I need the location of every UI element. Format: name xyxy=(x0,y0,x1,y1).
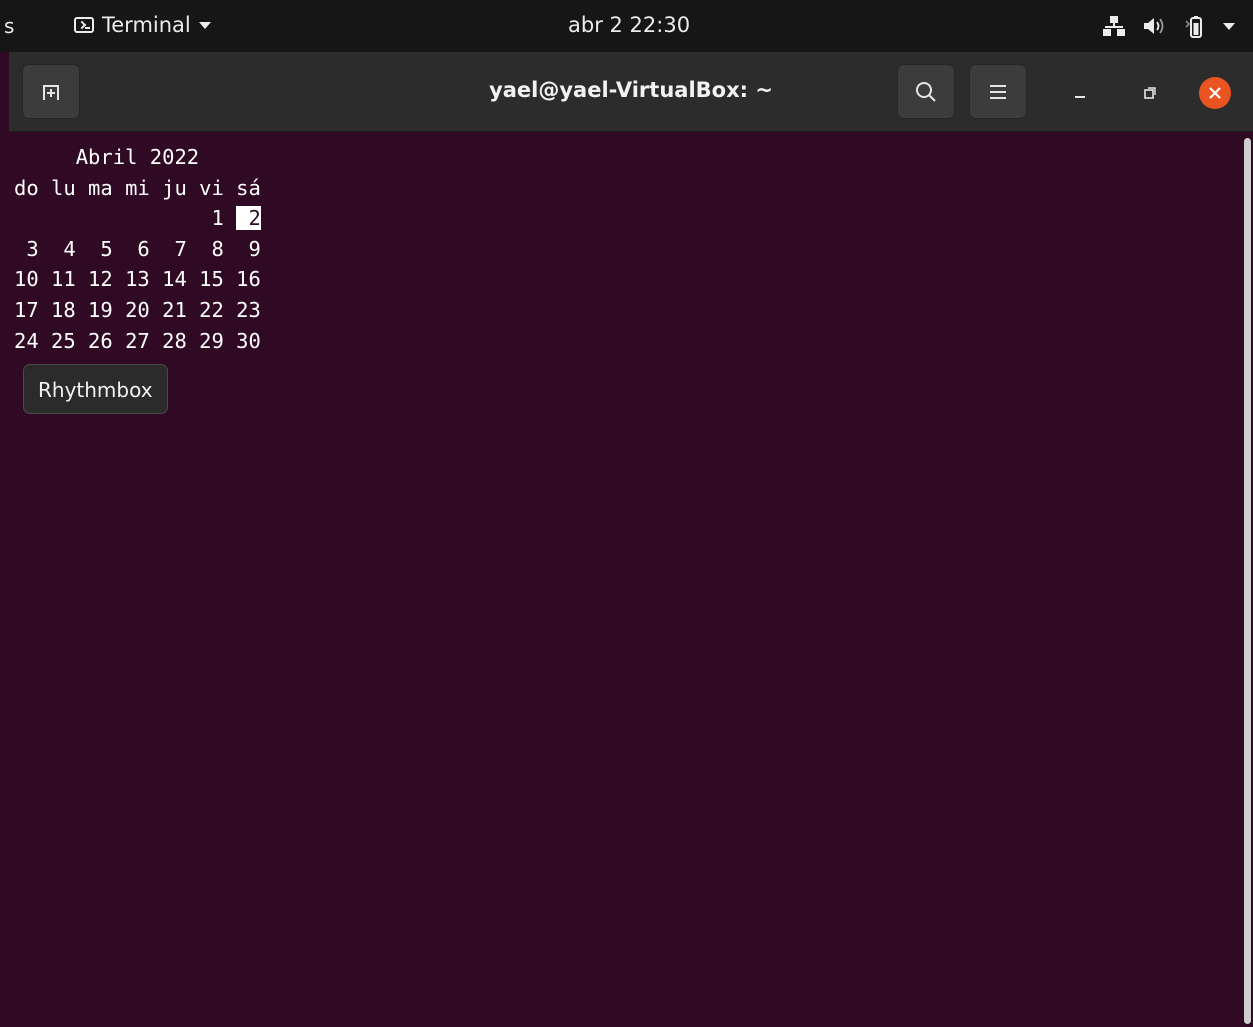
maximize-button[interactable] xyxy=(1133,76,1167,110)
new-tab-button[interactable] xyxy=(22,64,80,119)
chevron-down-icon xyxy=(198,21,211,29)
close-icon xyxy=(1209,87,1221,99)
hamburger-menu-button[interactable] xyxy=(969,64,1027,119)
network-icon xyxy=(1103,16,1125,36)
calendar-month-header: Abril 2022 xyxy=(14,145,200,169)
maximize-icon xyxy=(1144,87,1156,99)
calendar-today-highlight: 2 xyxy=(236,206,261,231)
battery-icon xyxy=(1183,15,1205,38)
scrollbar[interactable] xyxy=(1243,132,1253,1027)
activities-button[interactable]: s xyxy=(4,14,14,38)
calendar-week-3: 10 11 12 13 14 15 16 xyxy=(14,267,261,292)
terminal-header-bar: yael@yael-VirtualBox: ~ xyxy=(9,52,1253,132)
volume-icon xyxy=(1143,16,1165,36)
calendar-output: Abril 2022 do lu ma mi ju vi sá 1 2 3 4 5… xyxy=(14,142,261,356)
terminal-content[interactable]: Abril 2022 do lu ma mi ju vi sá 1 2 3 4 5… xyxy=(9,132,1253,1027)
new-tab-icon xyxy=(43,84,59,100)
top-bar: s Terminal abr 2 22:30 xyxy=(0,0,1253,52)
calendar-week-1-prefix: 1 xyxy=(14,206,237,231)
terminal-icon xyxy=(74,17,94,33)
scrollbar-thumb[interactable] xyxy=(1244,138,1251,1024)
calendar-week-2: 3 4 5 6 7 8 9 xyxy=(14,236,261,261)
calendar-week-5: 24 25 26 27 28 29 30 xyxy=(14,328,261,353)
calendar-week-1: 1 2 xyxy=(14,203,261,234)
search-icon xyxy=(916,81,936,102)
system-tray[interactable] xyxy=(1103,12,1235,40)
system-menu-arrow-icon xyxy=(1223,22,1235,30)
rhythmbox-tooltip: Rhythmbox xyxy=(23,364,168,414)
calendar-weekdays: do lu ma mi ju vi sá xyxy=(14,175,261,200)
minimize-button[interactable] xyxy=(1063,76,1097,110)
search-button[interactable] xyxy=(897,64,955,119)
minimize-icon xyxy=(1075,96,1085,98)
app-menu-label: Terminal xyxy=(102,13,191,37)
hamburger-menu-icon xyxy=(990,84,1006,99)
calendar-week-4: 17 18 19 20 21 22 23 xyxy=(14,297,261,322)
close-button[interactable] xyxy=(1199,77,1231,109)
clock-date[interactable]: abr 2 22:30 xyxy=(568,13,690,37)
app-menu-terminal[interactable]: Terminal xyxy=(74,13,211,37)
